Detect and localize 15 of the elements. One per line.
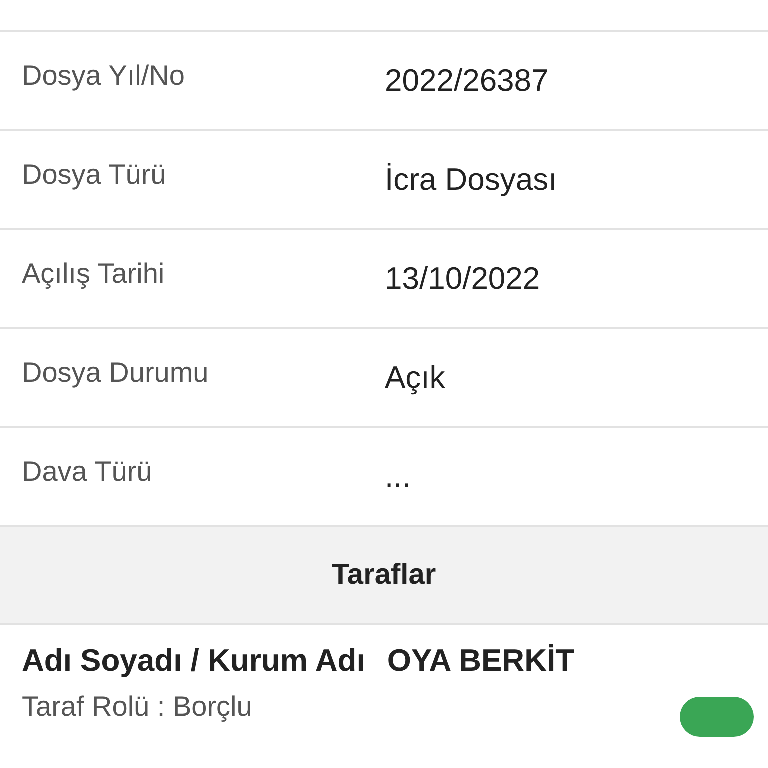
field-value: ... <box>385 458 411 496</box>
field-label: Açılış Tarihi <box>21 257 166 291</box>
field-value: 2022/26387 <box>385 62 549 100</box>
field-value: 13/10/2022 <box>385 260 540 298</box>
field-value: İcra Dosyası <box>385 161 558 199</box>
field-label: Dosya Türü <box>21 158 168 192</box>
status-pill[interactable] <box>680 697 754 737</box>
section-title: Taraflar <box>332 558 436 592</box>
field-label: Dosya Yıl/No <box>21 59 186 93</box>
party-role: Taraf Rolü : Borçlu <box>22 691 252 723</box>
party-name-label: Adı Soyadı / Kurum Adı <box>22 643 366 679</box>
party-name: OYA BERKİT <box>387 643 575 679</box>
field-label: Dava Türü <box>21 455 154 489</box>
field-label: Dosya Durumu <box>21 356 210 390</box>
field-value: Açık <box>385 359 446 397</box>
